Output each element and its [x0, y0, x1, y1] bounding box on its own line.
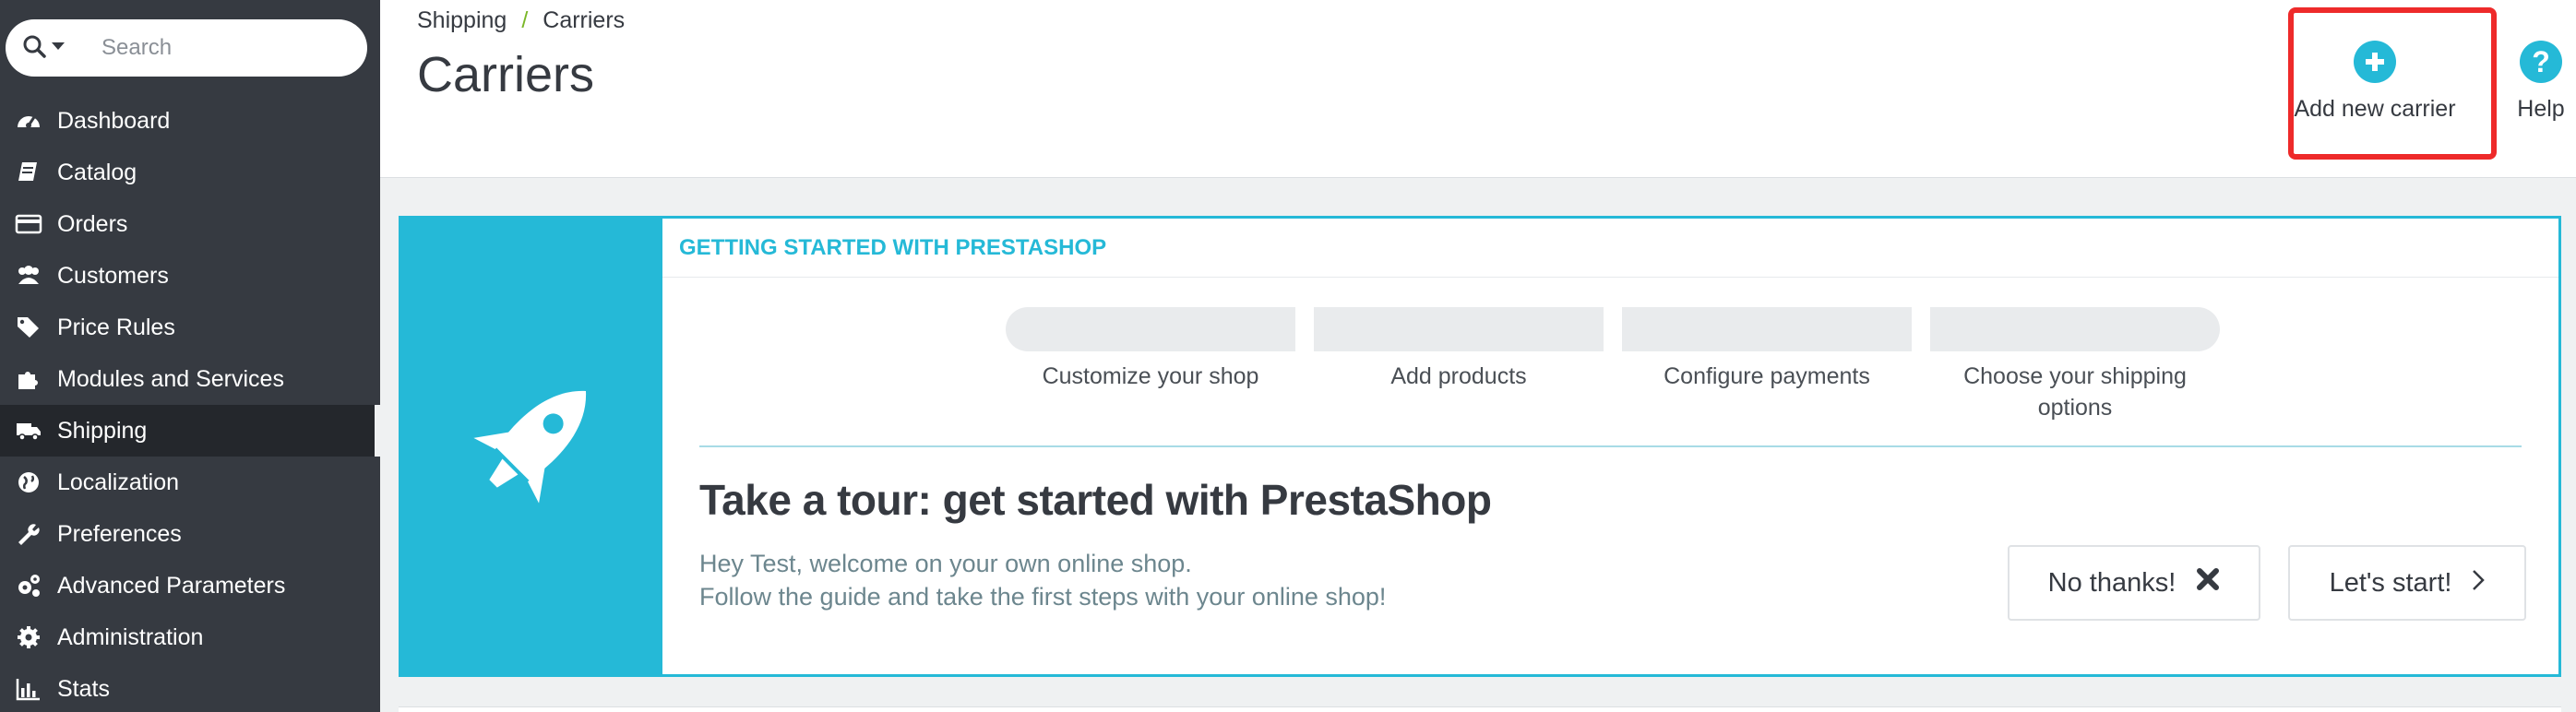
sidebar-item-label: Customers: [57, 262, 169, 289]
sidebar-item-orders[interactable]: Orders: [0, 198, 380, 250]
tour-description: Hey Test, welcome on your own online sho…: [699, 547, 1386, 613]
tags-icon: [0, 314, 57, 341]
puzzle-icon: [0, 365, 57, 393]
question-circle-icon: ?: [2520, 41, 2562, 83]
globe-icon: [0, 469, 57, 496]
page-header: Shipping / Carriers Carriers Add new car…: [380, 0, 2576, 178]
sidebar-nav: Dashboard Catalog Orders Customers Price…: [0, 95, 380, 712]
dashboard-icon: [0, 107, 57, 135]
wrench-icon: [0, 520, 57, 548]
sidebar-item-label: Orders: [57, 210, 128, 237]
sidebar-item-label: Shipping: [57, 417, 148, 444]
sidebar-item-dashboard[interactable]: Dashboard: [0, 95, 380, 147]
onboarding-icon-area: [401, 219, 662, 674]
sidebar-item-label: Localization: [57, 469, 180, 495]
breadcrumb-item-shipping[interactable]: Shipping: [417, 7, 507, 34]
onboarding-steps: Customize your shop Add products Configu…: [1006, 307, 2220, 423]
sidebar-item-label: Advanced Parameters: [57, 572, 286, 599]
credit-card-icon: [0, 210, 57, 238]
step-label: Configure payments: [1664, 363, 1870, 389]
sidebar-item-localization[interactable]: Localization: [0, 457, 380, 508]
no-thanks-button[interactable]: No thanks!: [2008, 545, 2260, 621]
onboarding-heading: GETTING STARTED WITH PRESTASHOP: [662, 219, 2558, 278]
bar-chart-icon: [0, 675, 57, 703]
tour-text-line1: Hey Test, welcome on your own online sho…: [699, 550, 1192, 577]
highlight-box: [2288, 7, 2497, 160]
sidebar-item-label: Stats: [57, 675, 110, 702]
step-label: Customize your shop: [1042, 363, 1259, 389]
sidebar-item-label: Modules and Services: [57, 365, 284, 392]
tour-text-line2: Follow the guide and take the first step…: [699, 583, 1387, 611]
sidebar-item-administration[interactable]: Administration: [0, 611, 380, 663]
close-icon: [2196, 567, 2220, 599]
onboarding-step: Configure payments: [1622, 307, 1912, 423]
sidebar-item-label: Administration: [57, 623, 204, 650]
sidebar-item-label: Catalog: [57, 159, 137, 185]
sidebar-item-shipping[interactable]: Shipping: [0, 405, 380, 457]
help-label: Help: [2517, 96, 2565, 122]
sidebar-item-modules[interactable]: Modules and Services: [0, 353, 380, 405]
users-icon: [0, 262, 57, 290]
sidebar-item-catalog[interactable]: Catalog: [0, 147, 380, 198]
sidebar-item-preferences[interactable]: Preferences: [0, 508, 380, 560]
step-progress-bar: [1314, 307, 1604, 351]
sidebar-item-label: Price Rules: [57, 314, 175, 340]
sidebar-item-customers[interactable]: Customers: [0, 250, 380, 302]
help-button[interactable]: ? Help: [2504, 41, 2576, 123]
breadcrumb-item-carriers: Carriers: [543, 7, 626, 33]
tour-title: Take a tour: get started with PrestaShop: [699, 476, 1492, 524]
step-progress-bar: [1622, 307, 1912, 351]
onboarding-step: Add products: [1314, 307, 1604, 423]
onboarding-content: GETTING STARTED WITH PRESTASHOP Customiz…: [662, 219, 2558, 674]
sidebar: Dashboard Catalog Orders Customers Price…: [0, 0, 380, 712]
breadcrumb: Shipping / Carriers: [417, 7, 625, 34]
onboarding-divider: [699, 445, 2522, 447]
sidebar-item-price-rules[interactable]: Price Rules: [0, 302, 380, 353]
cog-icon: [0, 623, 57, 651]
no-thanks-label: No thanks!: [2047, 567, 2176, 598]
lets-start-button[interactable]: Let's start!: [2288, 545, 2526, 621]
step-label: Add products: [1390, 363, 1527, 389]
next-panel-edge: [399, 706, 2561, 712]
rocket-icon: [449, 362, 615, 532]
sidebar-item-label: Preferences: [57, 520, 182, 547]
cogs-icon: [0, 572, 57, 599]
page-title: Carriers: [417, 47, 595, 102]
lets-start-label: Let's start!: [2329, 567, 2452, 598]
step-progress-bar: [1930, 307, 2220, 351]
book-icon: [0, 159, 57, 186]
chevron-right-icon: [2472, 568, 2486, 599]
search-icon: [22, 34, 46, 63]
sidebar-item-stats[interactable]: Stats: [0, 663, 380, 712]
breadcrumb-separator: /: [521, 7, 529, 33]
sidebar-item-advanced-parameters[interactable]: Advanced Parameters: [0, 560, 380, 611]
truck-icon: [0, 417, 57, 445]
search-type-dropdown[interactable]: [6, 34, 90, 63]
search-input[interactable]: [90, 35, 330, 61]
onboarding-step: Choose your shipping options: [1930, 307, 2220, 423]
sidebar-item-label: Dashboard: [57, 107, 171, 134]
search-bar[interactable]: [6, 19, 367, 77]
step-progress-bar: [1006, 307, 1295, 351]
caret-down-icon: [52, 40, 65, 56]
onboarding-step: Customize your shop: [1006, 307, 1295, 423]
step-label: Choose your shipping options: [1963, 363, 2187, 421]
onboarding-panel: GETTING STARTED WITH PRESTASHOP Customiz…: [399, 216, 2561, 677]
